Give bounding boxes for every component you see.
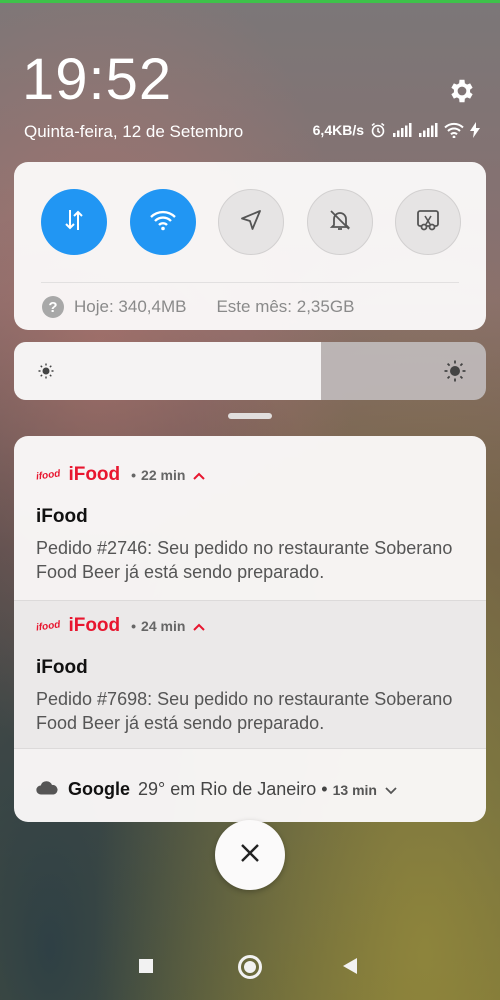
scissors-icon <box>415 207 441 238</box>
top-progress-line <box>0 0 500 3</box>
bell-off-icon <box>328 208 352 237</box>
navigation-bar <box>0 936 500 996</box>
clear-all-button[interactable] <box>215 820 285 890</box>
usage-month: Este mês: 2,35GB <box>216 297 355 316</box>
chevron-up-icon[interactable] <box>193 618 206 634</box>
weather-text: 29° em Rio de Janeiro <box>138 779 317 799</box>
alarm-icon <box>370 122 386 138</box>
drag-handle[interactable] <box>228 413 272 419</box>
network-speed: 6,4KB/s <box>312 122 364 138</box>
wifi-toggle[interactable] <box>129 189 196 255</box>
usage-today: Hoje: 340,4MB <box>74 297 187 316</box>
silent-toggle[interactable] <box>306 189 373 255</box>
weather-app-name: Google <box>68 779 130 799</box>
notification-item[interactable]: ifood iFood • 22 min iFood Pedido #2746:… <box>14 436 486 600</box>
recents-icon[interactable] <box>139 959 153 973</box>
chevron-up-icon[interactable] <box>193 467 206 483</box>
brightness-low-icon <box>38 363 54 384</box>
back-icon[interactable] <box>343 958 357 974</box>
weather-header: Google 29° em Rio de Janeiro • 13 min <box>36 779 397 800</box>
notification-panel: ifood iFood • 22 min iFood Pedido #2746:… <box>14 436 486 822</box>
data-arrows-icon <box>61 207 87 238</box>
notification-time: 24 min <box>141 618 186 634</box>
notification-time: 22 min <box>141 467 186 483</box>
notification-title: iFood <box>36 657 88 678</box>
close-icon <box>239 842 261 869</box>
date-label[interactable]: Quinta-feira, 12 de Setembro <box>24 122 243 142</box>
brightness-high-icon <box>444 360 466 387</box>
quick-settings-panel: ? Hoje: 340,4MB Este mês: 2,35GB <box>14 162 486 330</box>
signal-icon <box>418 123 438 137</box>
mobile-data-toggle[interactable] <box>41 189 107 255</box>
weather-notification[interactable]: Google 29° em Rio de Janeiro • 13 min <box>14 748 486 822</box>
status-icons: 6,4KB/s <box>313 122 480 138</box>
charging-icon <box>470 122 480 138</box>
gear-icon[interactable] <box>447 76 477 106</box>
data-usage[interactable]: ? Hoje: 340,4MB Este mês: 2,35GB <box>42 296 354 318</box>
home-icon[interactable] <box>238 955 262 979</box>
app-logo: ifood <box>35 618 62 634</box>
clock[interactable]: 19:52 <box>22 46 172 113</box>
notification-title: iFood <box>36 506 88 527</box>
app-name: iFood <box>68 464 121 485</box>
separator-dot: • <box>321 779 328 799</box>
notification-body: Pedido #2746: Seu pedido no restaurante … <box>36 538 453 582</box>
quick-toggles <box>41 189 461 255</box>
separator-dot: • <box>131 467 137 483</box>
divider <box>41 282 459 283</box>
notification-header: ifood iFood • 24 min <box>35 615 206 637</box>
app-logo: ifood <box>35 467 62 483</box>
cloud-icon <box>36 779 58 800</box>
screenshot-toggle[interactable] <box>395 189 461 255</box>
location-toggle[interactable] <box>218 189 284 255</box>
signal-icon <box>392 123 412 137</box>
wifi-icon <box>149 209 177 236</box>
chevron-down-icon[interactable] <box>385 779 397 800</box>
brightness-slider[interactable] <box>14 342 486 400</box>
notification-body: Pedido #7698: Seu pedido no restaurante … <box>36 689 453 733</box>
brightness-level <box>14 342 321 400</box>
location-arrow-icon <box>239 208 263 237</box>
wifi-icon <box>444 122 464 138</box>
help-icon: ? <box>42 296 64 318</box>
notification-item[interactable]: ifood iFood • 24 min iFood Pedido #7698:… <box>14 600 486 748</box>
notification-header: ifood iFood • 22 min <box>35 464 206 486</box>
weather-time: 13 min <box>332 781 377 798</box>
separator-dot: • <box>131 618 137 634</box>
app-name: iFood <box>68 615 121 636</box>
